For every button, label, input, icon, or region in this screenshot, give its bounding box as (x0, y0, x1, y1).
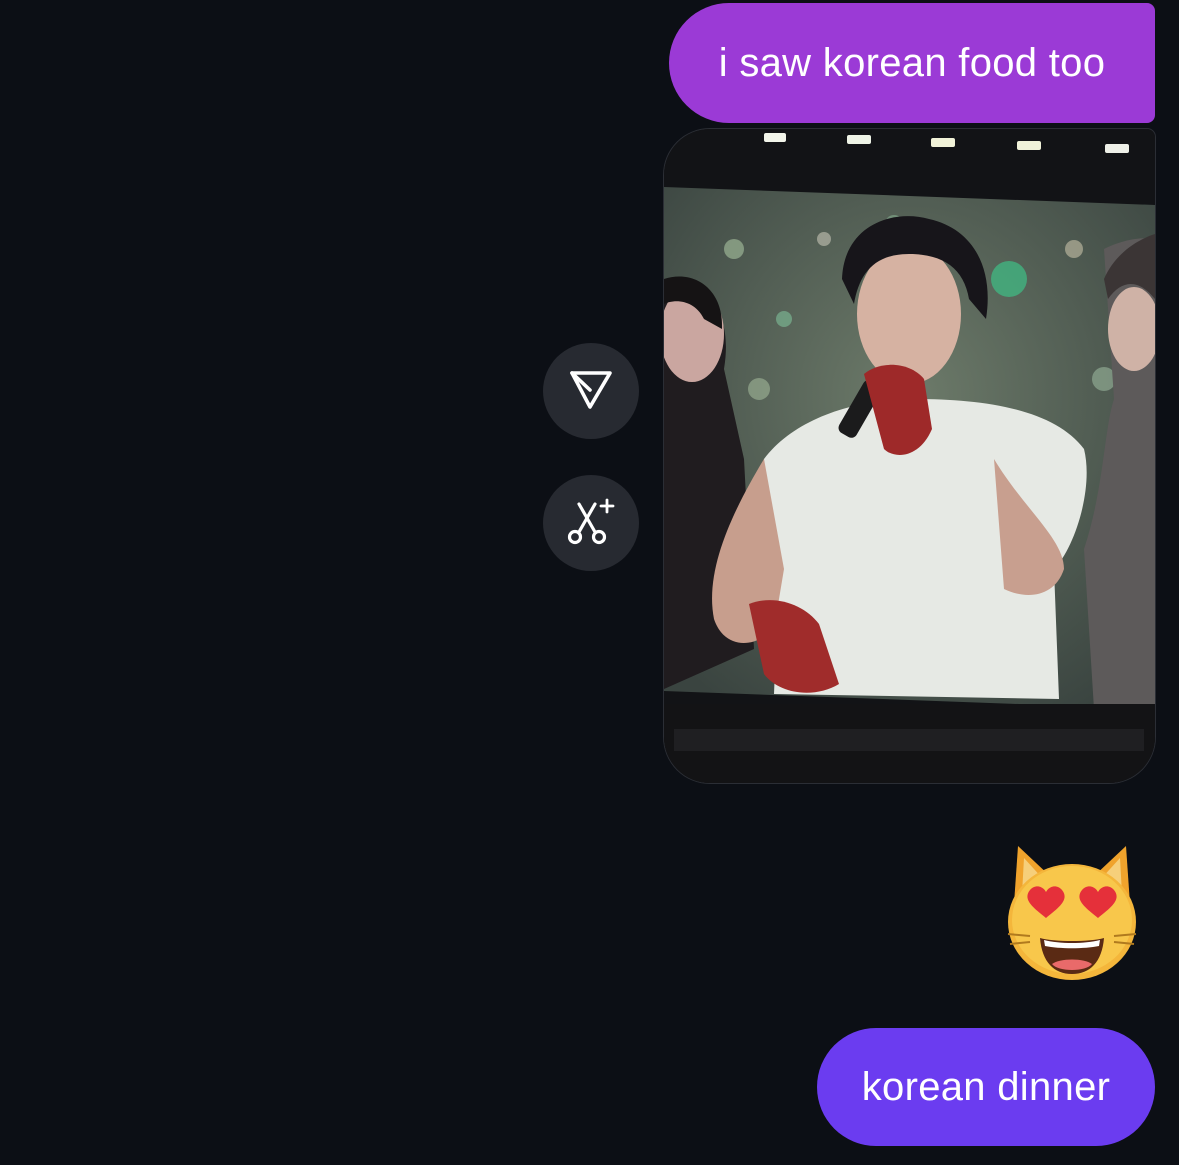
chat-thread: i saw korean food too korean dinner (0, 0, 1179, 1165)
paper-plane-icon (568, 366, 614, 417)
cat-heart-eyes-emoji[interactable] (1004, 842, 1140, 984)
remix-button[interactable] (543, 475, 639, 571)
share-button[interactable] (543, 343, 639, 439)
scissors-sparkle-icon (566, 496, 616, 551)
image-message[interactable] (664, 129, 1155, 783)
message-text: korean dinner (861, 1065, 1111, 1109)
message-bubble-sent[interactable]: korean dinner (817, 1028, 1155, 1146)
message-text: i saw korean food too (718, 41, 1106, 85)
message-bubble-sent[interactable]: i saw korean food too (669, 3, 1155, 123)
concert-photo (664, 129, 1155, 783)
